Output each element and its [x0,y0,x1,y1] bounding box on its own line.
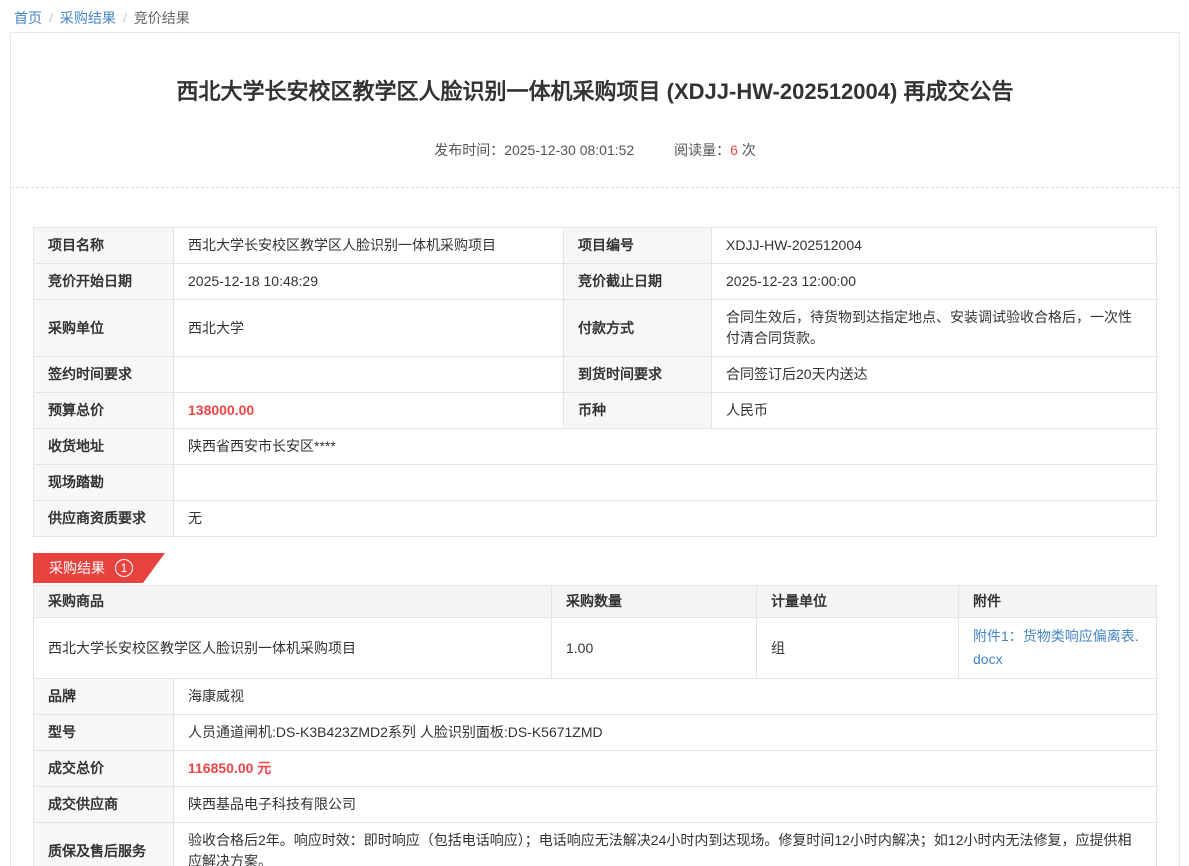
table-row: 签约时间要求 到货时间要求 合同签订后20天内送达 [34,357,1157,393]
table-row: 项目名称 西北大学长安校区教学区人脸识别一体机采购项目 项目编号 XDJJ-HW… [34,228,1157,264]
payment-value: 合同生效后，待货物到达指定地点、安装调试验收合格后，一次性付清合同货款。 [712,300,1157,357]
address-label: 收货地址 [34,429,174,465]
delivery-time-value: 合同签订后20天内送达 [712,357,1157,393]
bid-end-label: 竞价截止日期 [564,264,712,300]
table-row: 质保及售后服务 验收合格后2年。响应时效：即时响应（包括电话响应）；电话响应无法… [34,823,1157,866]
table-row: 成交供应商 陕西基品电子科技有限公司 [34,787,1157,823]
col-header-unit: 计量单位 [757,586,959,618]
col-header-product: 采购商品 [34,586,552,618]
purchaser-value: 西北大学 [174,300,564,357]
table-row: 型号 人员通道闸机:DS-K3B423ZMD2系列 人脸识别面板:DS-K567… [34,715,1157,751]
warranty-value: 验收合格后2年。响应时效：即时响应（包括电话响应）；电话响应无法解决24小时内到… [174,823,1157,866]
result-items-table: 采购商品 采购数量 计量单位 附件 西北大学长安校区教学区人脸识别一体机采购项目… [33,585,1157,679]
qualification-value: 无 [174,501,1157,537]
project-info-table: 项目名称 西北大学长安校区教学区人脸识别一体机采购项目 项目编号 XDJJ-HW… [33,227,1157,537]
project-code-value: XDJJ-HW-202512004 [712,228,1157,264]
view-count: 阅读量：6 次 [674,142,756,158]
table-row: 竞价开始日期 2025-12-18 10:48:29 竞价截止日期 2025-1… [34,264,1157,300]
table-row: 预算总价 138000.00 币种 人民币 [34,393,1157,429]
address-value: 陕西省西安市长安区**** [174,429,1157,465]
col-header-attachment: 附件 [959,586,1157,618]
result-quantity: 1.00 [552,618,757,679]
sign-time-label: 签约时间要求 [34,357,174,393]
site-visit-label: 现场踏勘 [34,465,174,501]
model-label: 型号 [34,715,174,751]
purchaser-label: 采购单位 [34,300,174,357]
brand-value: 海康威视 [174,679,1157,715]
breadcrumb-home-link[interactable]: 首页 [14,10,42,26]
table-row: 收货地址 陕西省西安市长安区**** [34,429,1157,465]
supplier-label: 成交供应商 [34,787,174,823]
breadcrumb-purchase-results-link[interactable]: 采购结果 [60,10,116,26]
view-count-number: 6 [730,142,738,158]
bid-end-value: 2025-12-23 12:00:00 [712,264,1157,300]
result-detail-table: 品牌 海康威视 型号 人员通道闸机:DS-K3B423ZMD2系列 人脸识别面板… [33,678,1157,866]
delivery-time-label: 到货时间要求 [564,357,712,393]
budget-value: 138000.00 [174,393,564,429]
breadcrumb-separator: / [49,10,53,26]
currency-value: 人民币 [712,393,1157,429]
site-visit-value [174,465,1157,501]
model-value: 人员通道闸机:DS-K3B423ZMD2系列 人脸识别面板:DS-K5671ZM… [174,715,1157,751]
supplier-value: 陕西基品电子科技有限公司 [174,787,1157,823]
project-name-label: 项目名称 [34,228,174,264]
brand-label: 品牌 [34,679,174,715]
bid-start-label: 竞价开始日期 [34,264,174,300]
publish-time: 发布时间：2025-12-30 08:01:52 [434,142,634,158]
currency-label: 币种 [564,393,712,429]
breadcrumb-separator: / [123,10,127,26]
attachment-link[interactable]: 附件1：货物类响应偏离表.docx [973,628,1139,667]
table-header-row: 采购商品 采购数量 计量单位 附件 [34,586,1157,618]
result-unit: 组 [757,618,959,679]
announcement-card: 西北大学长安校区教学区人脸识别一体机采购项目 (XDJJ-HW-20251200… [10,32,1180,866]
sign-time-value [174,357,564,393]
page-title: 西北大学长安校区教学区人脸识别一体机采购项目 (XDJJ-HW-20251200… [81,77,1109,107]
project-name-value: 西北大学长安校区教学区人脸识别一体机采购项目 [174,228,564,264]
purchase-result-badge: 采购结果 1 [33,553,165,583]
table-row: 供应商资质要求 无 [34,501,1157,537]
table-row: 成交总价 116850.00 元 [34,751,1157,787]
table-row: 采购单位 西北大学 付款方式 合同生效后，待货物到达指定地点、安装调试验收合格后… [34,300,1157,357]
payment-label: 付款方式 [564,300,712,357]
breadcrumb: 首页 / 采购结果 / 竞价结果 [0,0,1189,28]
table-row: 品牌 海康威视 [34,679,1157,715]
table-row: 西北大学长安校区教学区人脸识别一体机采购项目 1.00 组 附件1：货物类响应偏… [34,618,1157,679]
content: 项目名称 西北大学长安校区教学区人脸识别一体机采购项目 项目编号 XDJJ-HW… [11,188,1179,866]
table-row: 现场踏勘 [34,465,1157,501]
result-product-name: 西北大学长安校区教学区人脸识别一体机采购项目 [34,618,552,679]
col-header-quantity: 采购数量 [552,586,757,618]
warranty-label: 质保及售后服务 [34,823,174,866]
result-section-header: 采购结果 1 [33,553,1157,583]
project-code-label: 项目编号 [564,228,712,264]
page: 首页 / 采购结果 / 竞价结果 西北大学长安校区教学区人脸识别一体机采购项目 (XDJ… [0,0,1189,866]
result-count-badge: 1 [115,559,133,577]
deal-price-value: 116850.00 元 [174,751,1157,787]
deal-price-label: 成交总价 [34,751,174,787]
purchase-result-badge-label: 采购结果 [49,558,105,578]
budget-label: 预算总价 [34,393,174,429]
breadcrumb-current: 竞价结果 [134,10,190,26]
publish-meta: 发布时间：2025-12-30 08:01:52 阅读量：6 次 [11,140,1179,160]
qualification-label: 供应商资质要求 [34,501,174,537]
bid-start-value: 2025-12-18 10:48:29 [174,264,564,300]
